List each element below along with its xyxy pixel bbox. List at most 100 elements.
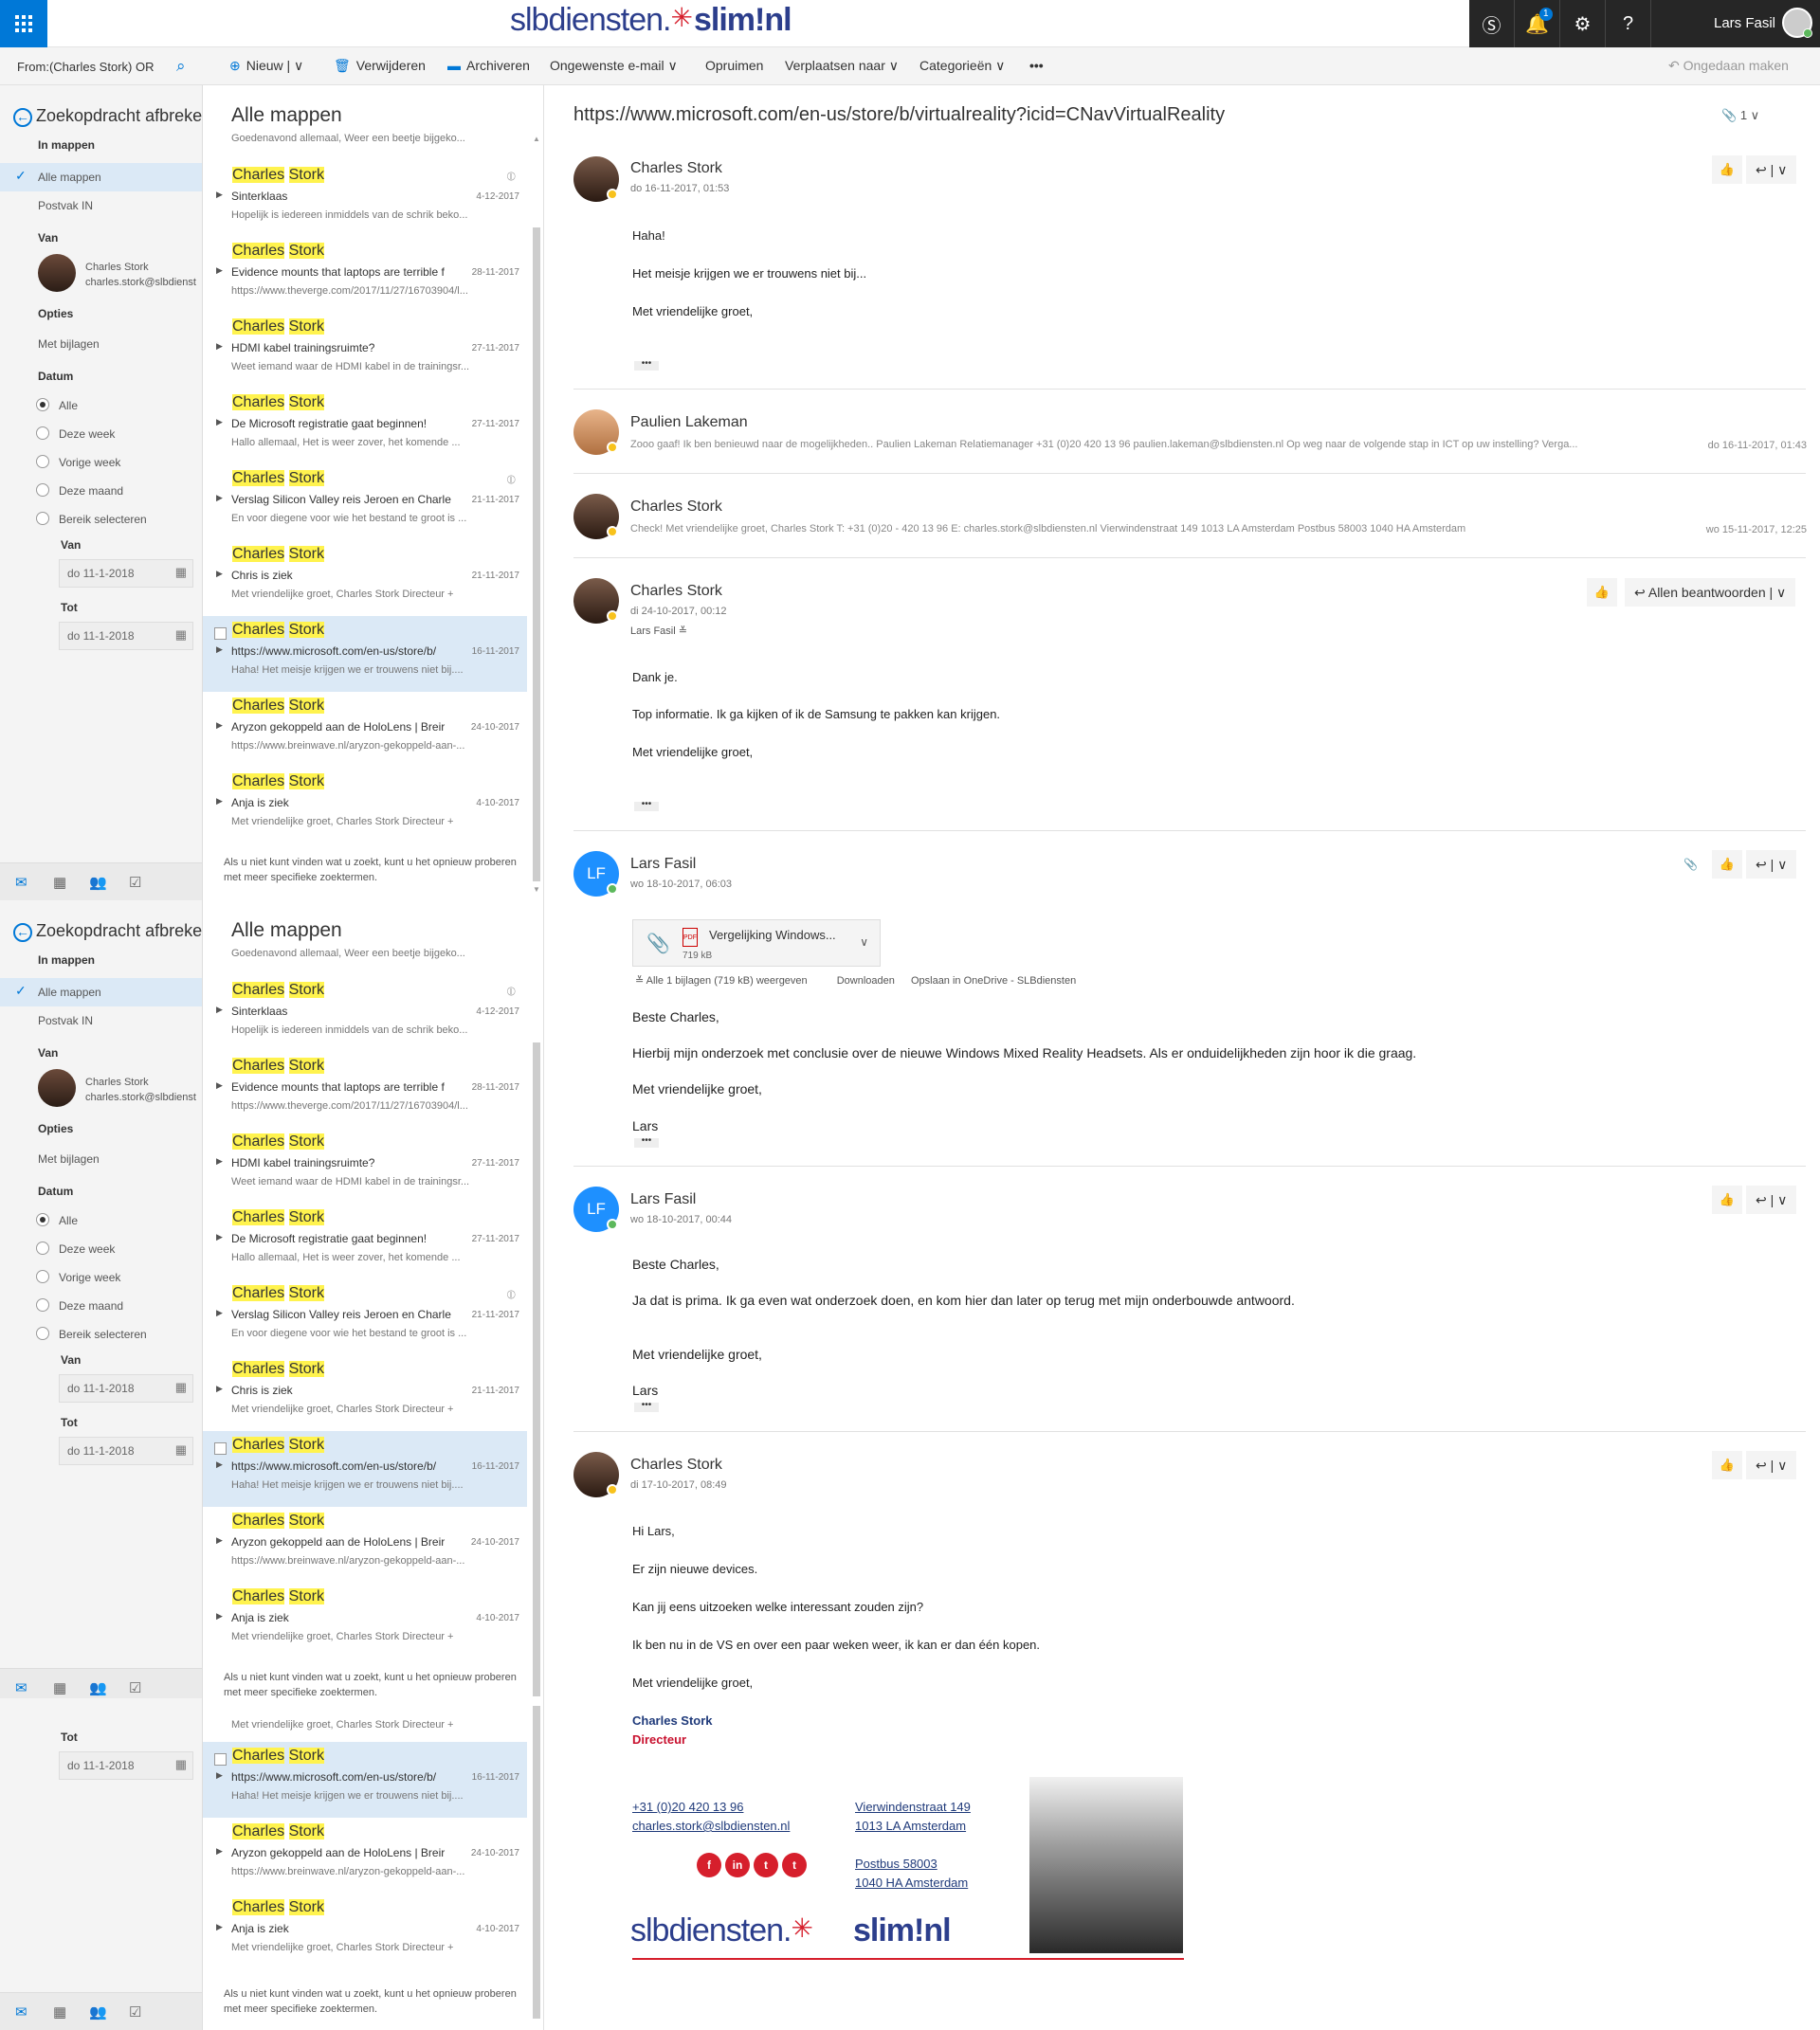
list-item[interactable]: Charles Stork ▶ Aryzon gekoppeld aan de Ho… <box>203 692 527 768</box>
expand-caret-icon[interactable]: ▶ <box>216 720 223 731</box>
notifications-button[interactable]: 🔔 1 <box>1515 0 1560 47</box>
show-more-button[interactable]: ••• <box>634 359 659 371</box>
expand-caret-icon[interactable]: ▶ <box>216 265 223 276</box>
more-button[interactable]: ••• <box>1029 58 1044 73</box>
like-button[interactable]: 👍 <box>1587 578 1617 607</box>
move-button[interactable]: Verplaatsen naar ∨ <box>785 58 899 74</box>
like-button[interactable]: 👍 <box>1712 1186 1742 1214</box>
list-item[interactable]: Charles Stork ▶ Chris is ziek 21-11-2017 Met… <box>203 540 527 616</box>
select-checkbox[interactable] <box>214 1442 227 1455</box>
list-item[interactable]: Charles Stork ▶ Aryzon gekoppeld aan de Ho… <box>203 1818 527 1894</box>
twitter-icon[interactable]: t <box>754 1853 778 1877</box>
expand-caret-icon[interactable]: ▶ <box>216 1459 223 1470</box>
message-sender[interactable]: Lars Fasil <box>630 856 696 873</box>
expand-caret-icon[interactable]: ▶ <box>216 1535 223 1546</box>
radio-select-range[interactable] <box>36 1327 49 1340</box>
radio-this-month[interactable] <box>36 483 49 497</box>
search-input[interactable]: From:(Charles Stork) OR <box>17 60 154 74</box>
show-all-attachments-link[interactable]: ≚ Alle 1 bijlagen (719 kB) weergeven <box>635 975 821 987</box>
show-more-button[interactable]: ••• <box>634 1136 659 1148</box>
radio-select-range[interactable] <box>36 512 49 525</box>
message-sender[interactable]: Paulien Lakeman <box>630 414 748 431</box>
expand-caret-icon[interactable]: ▶ <box>216 1846 223 1857</box>
signature-pobox[interactable]: Postbus 58003 <box>855 1857 937 1871</box>
download-link[interactable]: Downloaden <box>837 975 895 987</box>
twitter-icon[interactable]: t <box>782 1853 807 1877</box>
message-sender[interactable]: Charles Stork <box>630 1457 722 1474</box>
people-icon[interactable]: 👥 <box>89 874 107 891</box>
message-sender[interactable]: Lars Fasil <box>630 1191 696 1208</box>
like-button[interactable]: 👍 <box>1712 1451 1742 1479</box>
delete-button[interactable]: 🗑 Verwijderen <box>334 58 426 74</box>
list-item[interactable]: Charles Stork ▶ Evidence mounts that lapto… <box>203 1052 527 1128</box>
save-onedrive-link[interactable]: Opslaan in OneDrive - SLBdiensten <box>911 975 1076 987</box>
radio-last-week[interactable] <box>36 1270 49 1283</box>
junk-button[interactable]: Ongewenste e-mail ∨ <box>550 58 678 74</box>
expand-caret-icon[interactable]: ▶ <box>216 190 223 200</box>
radio-this-month[interactable] <box>36 1298 49 1312</box>
reply-all-button[interactable]: ↩ Allen beantwoorden | ∨ <box>1625 578 1796 607</box>
reply-button[interactable]: ↩ | ∨ <box>1746 1451 1797 1479</box>
list-item[interactable]: Charles Stork ▶ Chris is ziek 21-11-2017 Met… <box>203 1355 527 1431</box>
list-item[interactable]: Charles Stork ▶ Verslag Silicon Valley rei… <box>203 1279 527 1355</box>
to-date-field[interactable]: do 11-1-2018 ▦ <box>59 1437 193 1465</box>
calendar-icon[interactable]: ▦ <box>53 1679 66 1696</box>
list-item[interactable]: Charles Stork ▶ Anja is ziek 4-10-2017 Met v… <box>203 768 527 843</box>
help-icon[interactable]: ? <box>1606 0 1651 47</box>
expand-caret-icon[interactable]: ▶ <box>216 1922 223 1932</box>
new-button[interactable]: ⊕ Nieuw | ∨ <box>229 58 303 74</box>
reply-button[interactable]: ↩ | ∨ <box>1746 850 1797 879</box>
chevron-down-icon[interactable]: ∨ <box>860 935 868 949</box>
from-date-field[interactable]: do 11-1-2018 ▦ <box>59 1374 193 1403</box>
expand-caret-icon[interactable]: ▶ <box>216 644 223 655</box>
facebook-icon[interactable]: f <box>697 1853 721 1877</box>
expand-caret-icon[interactable]: ▶ <box>216 1080 223 1091</box>
list-scrollbar[interactable] <box>533 1042 540 1696</box>
person-refiner[interactable]: Charles Stork charles.stork@slbdienst <box>85 1075 196 1105</box>
like-button[interactable]: 👍 <box>1712 850 1742 879</box>
list-item[interactable]: Charles Stork ▶ https://www.microsoft.com/… <box>203 1742 527 1818</box>
search-icon[interactable]: ⌕ <box>176 57 186 76</box>
list-item[interactable]: Charles Stork ▶ De Microsoft registratie g… <box>203 1204 527 1279</box>
inbox-option[interactable]: Postvak IN <box>38 199 93 212</box>
radio-this-week[interactable] <box>36 1242 49 1255</box>
message-snippet[interactable]: Zooo gaaf! Ik ben benieuwd naar de mogel… <box>630 439 1654 450</box>
from-date-field[interactable]: do 11-1-2018 ▦ <box>59 559 193 588</box>
skype-icon[interactable]: Ⓢ <box>1469 0 1515 47</box>
mail-icon[interactable]: ✉ <box>15 2003 27 2021</box>
expand-caret-icon[interactable]: ▶ <box>216 569 223 579</box>
list-item[interactable]: Charles Stork ▶ Aryzon gekoppeld aan de Ho… <box>203 1507 527 1583</box>
list-item[interactable]: Charles Stork ▶ Evidence mounts that lapto… <box>203 237 527 313</box>
expand-caret-icon[interactable]: ▶ <box>216 1005 223 1015</box>
radio-this-week[interactable] <box>36 426 49 440</box>
expand-caret-icon[interactable]: ▶ <box>216 1384 223 1394</box>
select-checkbox[interactable] <box>214 1753 227 1766</box>
signature-email-link[interactable]: charles.stork@slbdiensten.nl <box>632 1819 790 1833</box>
signature-pocity[interactable]: 1040 HA Amsterdam <box>855 1876 968 1890</box>
expand-caret-icon[interactable]: ▶ <box>216 341 223 352</box>
show-more-button[interactable]: ••• <box>634 1401 659 1412</box>
expand-caret-icon[interactable]: ▶ <box>216 796 223 807</box>
list-item[interactable]: Charles Stork ▶ Anja is ziek 4-10-2017 Met v… <box>203 1583 527 1658</box>
radio-last-week[interactable] <box>36 455 49 468</box>
avatar[interactable] <box>38 1069 76 1107</box>
to-date-field[interactable]: do 11-1-2018 ▦ <box>59 1751 193 1780</box>
expand-caret-icon[interactable]: ▶ <box>216 1770 223 1781</box>
message-sender[interactable]: Charles Stork <box>630 583 722 600</box>
tasks-icon[interactable]: ☑ <box>129 874 141 891</box>
expand-caret-icon[interactable]: ▶ <box>216 493 223 503</box>
show-more-button[interactable]: ••• <box>634 800 659 811</box>
scroll-down-icon[interactable]: ▼ <box>533 885 540 894</box>
people-icon[interactable]: 👥 <box>89 2003 107 2021</box>
undo-button[interactable]: ↶ Ongedaan maken <box>1668 58 1789 74</box>
radio-all[interactable] <box>36 1213 49 1226</box>
signature-city[interactable]: 1013 LA Amsterdam <box>855 1819 966 1833</box>
people-icon[interactable]: 👥 <box>89 1679 107 1696</box>
expand-caret-icon[interactable]: ▶ <box>216 417 223 427</box>
exit-search-button[interactable]: ← Zoekopdracht afbreken <box>13 106 202 127</box>
mail-icon[interactable]: ✉ <box>15 1679 27 1696</box>
with-attachments-option[interactable]: Met bijlagen <box>38 337 100 351</box>
list-item[interactable]: Charles Stork ▶ Verslag Silicon Valley rei… <box>203 464 527 540</box>
mail-icon[interactable]: ✉ <box>15 874 27 891</box>
gear-icon[interactable]: ⚙ <box>1560 0 1606 47</box>
